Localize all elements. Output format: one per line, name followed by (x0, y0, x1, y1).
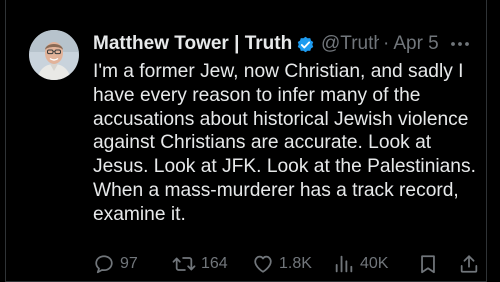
post-card[interactable]: Matthew Tower | Truth @Truth · Apr 5 I'm… (5, 0, 487, 282)
avatar-image (29, 30, 79, 80)
reply-count: 97 (120, 255, 138, 272)
repost-button[interactable]: 164 (172, 252, 228, 276)
reply-button[interactable]: 97 (93, 252, 138, 276)
like-button[interactable]: 1.8K (252, 252, 312, 276)
post-date[interactable]: Apr 5 (393, 32, 438, 56)
analytics-icon (335, 255, 353, 273)
reply-icon (95, 255, 113, 274)
share-button[interactable] (458, 252, 480, 276)
views-button[interactable]: 40K (333, 252, 388, 276)
separator-dot: · (383, 33, 390, 54)
heart-icon (254, 255, 272, 273)
avatar[interactable] (29, 30, 79, 80)
bookmark-button[interactable] (417, 252, 439, 276)
author-handle[interactable]: @Truth (321, 32, 379, 56)
repost-count: 164 (201, 255, 228, 272)
like-count: 1.8K (279, 255, 312, 272)
post-text: I'm a former Jew, now Christian, and sad… (93, 61, 476, 225)
action-bar: 97 164 1.8K 40K (93, 252, 487, 276)
verified-badge-icon[interactable] (295, 34, 316, 55)
author-name[interactable]: Matthew Tower | Truth (93, 32, 292, 56)
bookmark-icon (421, 255, 435, 274)
share-icon (460, 255, 478, 273)
more-options-icon[interactable] (448, 34, 472, 54)
post-header: Matthew Tower | Truth @Truth · Apr 5 (93, 32, 474, 56)
views-count: 40K (360, 255, 389, 272)
repost-icon (172, 257, 196, 271)
